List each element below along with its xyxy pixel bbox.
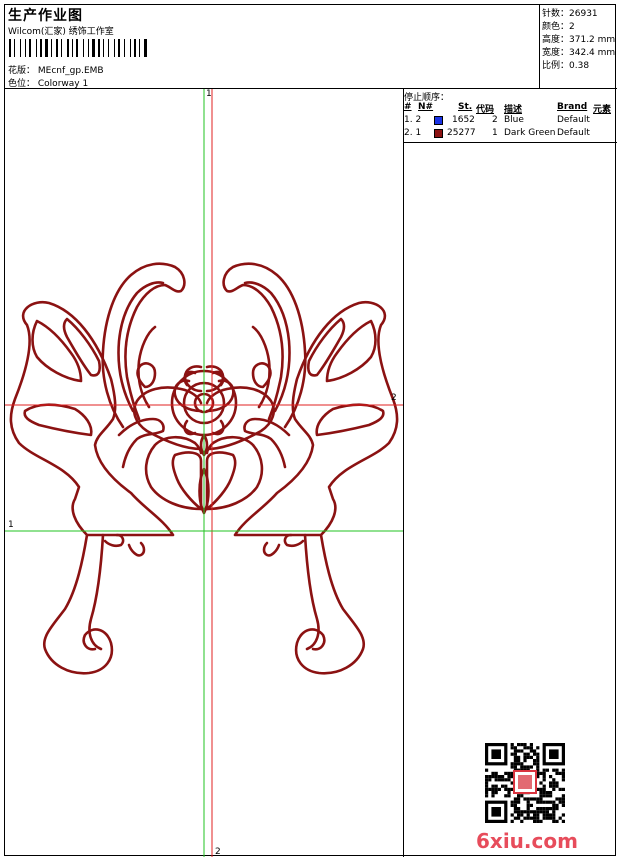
color-swatch bbox=[434, 129, 443, 138]
row-description: Blue bbox=[504, 115, 524, 125]
header-panel: 生产作业图 Wilcom(汇家) 绣饰工作室 花版： MEcnf_gp.EMB … bbox=[5, 5, 540, 89]
watermark-logo: 6xiu.com bbox=[476, 829, 578, 853]
design-file: MEcnf_gp.EMB bbox=[37, 66, 104, 76]
table-divider bbox=[404, 142, 617, 143]
barcode bbox=[9, 39, 157, 57]
embroidery-preview bbox=[5, 89, 403, 857]
row-code: 2 bbox=[492, 115, 498, 125]
stat-stitches: 针数：26931 bbox=[542, 9, 598, 19]
row-brand: Default bbox=[557, 115, 590, 125]
col-header-index: # bbox=[404, 102, 412, 112]
color-swatch bbox=[434, 116, 443, 125]
design-file-line: 花版： MEcnf_gp.EMB bbox=[8, 63, 104, 76]
horizontal-axis-2-label: 2 bbox=[391, 393, 397, 403]
row-stitches: 25277 bbox=[447, 128, 476, 138]
row-code: 1 bbox=[492, 128, 498, 138]
col-header-code: 代码 bbox=[476, 105, 495, 115]
stat-colors: 颜色：2 bbox=[542, 22, 575, 32]
col-header-description: 描述 bbox=[504, 105, 523, 115]
qr-code bbox=[485, 743, 565, 823]
production-worksheet: 生产作业图 Wilcom(汇家) 绣饰工作室 花版： MEcnf_gp.EMB … bbox=[4, 4, 617, 857]
horizontal-axis-1-label: 1 bbox=[8, 520, 14, 530]
stop-sequence-panel: 停止顺序： # N# St. 代码 描述 Brand 元素 1. 2 1652 … bbox=[404, 89, 617, 857]
row-number: 2. 1 bbox=[404, 128, 422, 138]
colorway-value: Colorway 1 bbox=[37, 79, 89, 89]
row-stitches: 1652 bbox=[452, 115, 475, 125]
stat-height: 高度：371.2 mm bbox=[542, 35, 616, 45]
vertical-axis-2-label: 2 bbox=[215, 847, 221, 857]
vertical-axis-1-label: 1 bbox=[206, 89, 212, 99]
col-header-stitches: St. bbox=[458, 102, 473, 112]
stats-panel: 针数：26931 颜色：2 高度：371.2 mm 宽度：342.4 mm 比例… bbox=[540, 5, 617, 89]
design-label: 花版： bbox=[8, 66, 36, 76]
stat-width: 宽度：342.4 mm bbox=[542, 48, 616, 58]
col-header-element: 元素 bbox=[593, 105, 612, 115]
colorway-label: 色位： bbox=[8, 79, 36, 89]
row-description: Dark Green bbox=[504, 128, 556, 138]
row-brand: Default bbox=[557, 128, 590, 138]
design-canvas: 1 2 2 1 bbox=[5, 89, 404, 857]
row-number: 1. 2 bbox=[404, 115, 422, 125]
col-header-needle: N# bbox=[418, 102, 434, 112]
studio-name: Wilcom(汇家) 绣饰工作室 bbox=[8, 27, 114, 37]
page-title: 生产作业图 bbox=[8, 8, 83, 24]
col-header-brand: Brand bbox=[557, 102, 588, 112]
colorway-line: 色位： Colorway 1 bbox=[8, 76, 88, 89]
stat-scale: 比例：0.38 bbox=[542, 61, 590, 71]
